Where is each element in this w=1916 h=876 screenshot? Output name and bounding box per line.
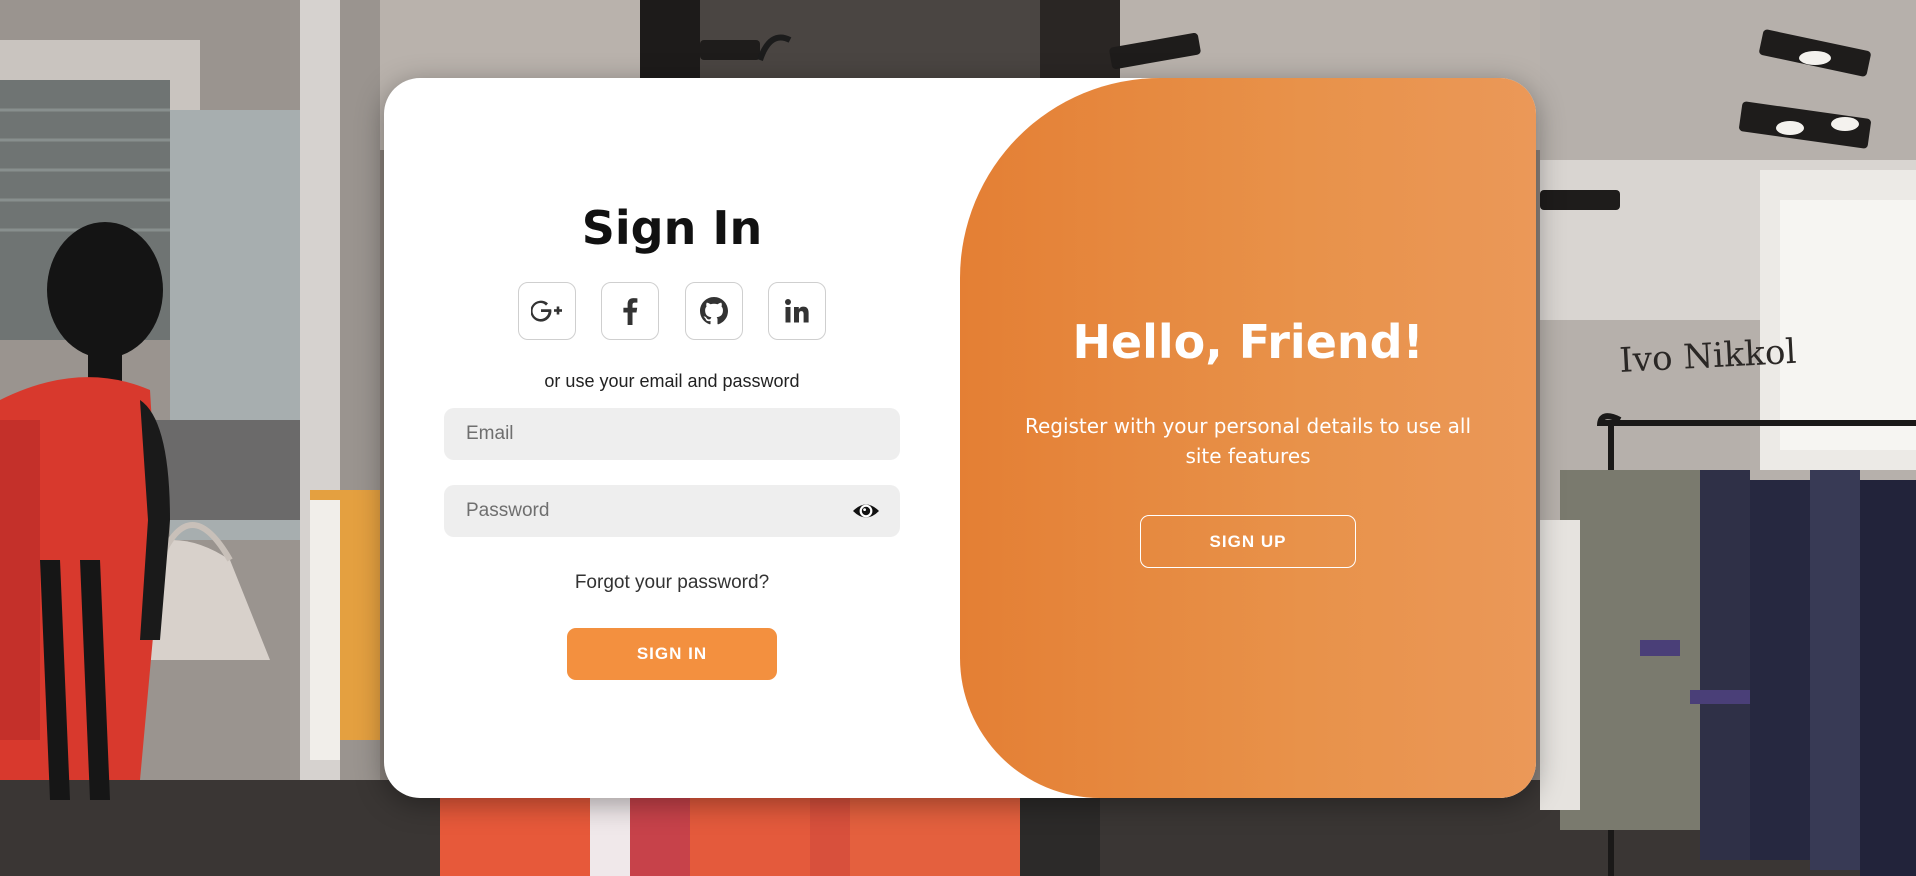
sign-up-button[interactable]: SIGN UP <box>1140 515 1356 568</box>
signin-form: Sign In or use your email and password E… <box>384 78 960 798</box>
welcome-title: Hello, Friend! <box>1072 315 1424 369</box>
password-field-container <box>444 485 900 537</box>
linkedin-button[interactable] <box>767 282 826 340</box>
sign-in-button[interactable]: SIGN IN <box>567 628 777 680</box>
github-button[interactable] <box>684 282 743 340</box>
linkedin-icon <box>784 298 810 324</box>
welcome-panel: Hello, Friend! Register with your person… <box>960 78 1536 798</box>
eye-icon[interactable] <box>852 499 880 523</box>
google-plus-button[interactable] <box>518 282 576 340</box>
facebook-button[interactable] <box>601 282 660 340</box>
google-plus-icon <box>531 300 563 322</box>
email-hint-text: or use your email and password <box>544 371 800 391</box>
signin-title: Sign In <box>581 201 763 255</box>
forgot-password-link[interactable]: Forgot your password? <box>384 572 960 594</box>
social-login-buttons <box>518 282 826 342</box>
email-field-container <box>444 408 900 460</box>
auth-card: Sign In or use your email and password E… <box>384 78 1536 798</box>
github-icon <box>699 297 728 325</box>
password-field[interactable] <box>444 485 900 537</box>
email-field[interactable] <box>444 408 900 460</box>
welcome-text: Register with your personal details to u… <box>1024 414 1472 468</box>
facebook-icon <box>622 297 638 325</box>
